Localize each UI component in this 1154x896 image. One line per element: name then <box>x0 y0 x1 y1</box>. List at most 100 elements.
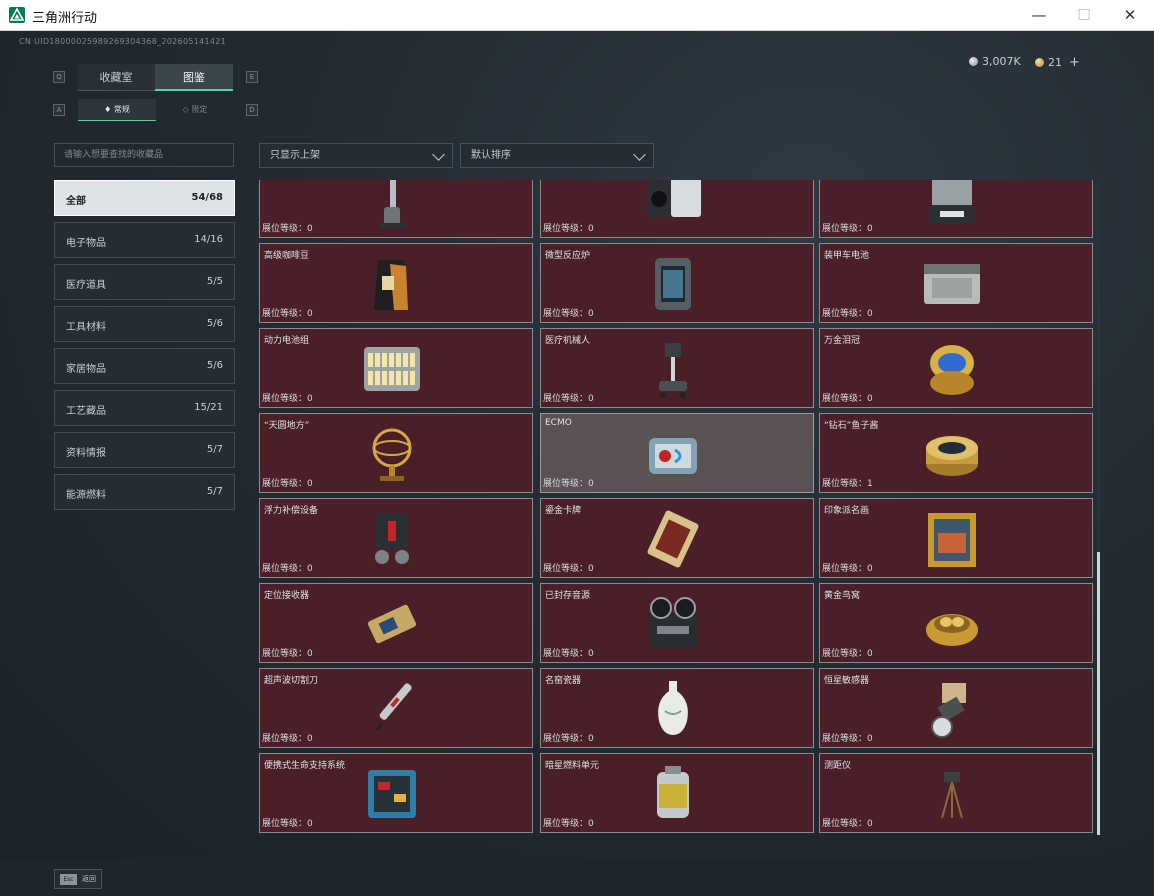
display-level: 展位等级：0 <box>543 646 594 659</box>
display-level-label: 展位等级： <box>822 309 868 319</box>
collectible-card[interactable]: 展位等级：0 <box>819 180 1093 238</box>
game-viewport: CN UID1800002598926930436​8_20260514142​… <box>0 31 1154 896</box>
display-level-label: 展位等级： <box>543 479 589 489</box>
collectible-card[interactable]: 名窑瓷器 展位等级：0 <box>540 668 814 748</box>
collectible-card[interactable]: 浮力补偿设备 展位等级：0 <box>259 498 533 578</box>
display-level: 展位等级：0 <box>543 561 594 574</box>
back-label: 返回 <box>82 875 96 883</box>
display-level: 展位等级：0 <box>822 561 873 574</box>
collectible-card[interactable]: 装甲车电池 展位等级：0 <box>819 243 1093 323</box>
add-currency-button[interactable]: + <box>1069 55 1080 70</box>
category-count: 54/68 <box>191 192 223 203</box>
close-button[interactable]: ✕ <box>1107 0 1153 31</box>
display-level: 展位等级：0 <box>262 221 313 234</box>
display-level-label: 展位等级： <box>262 479 308 489</box>
category-item[interactable]: 工具材料 5/6 <box>54 306 235 342</box>
subtab-limited[interactable]: ◇ 限定 <box>156 99 234 121</box>
category-item[interactable]: 家居物品 5/6 <box>54 348 235 384</box>
back-button[interactable]: Esc 返回 <box>54 869 102 889</box>
collectible-card[interactable]: ECMO 展位等级：0 <box>540 413 814 493</box>
scrollbar-thumb[interactable] <box>1097 552 1100 835</box>
collectible-name: 测距仪 <box>824 761 852 771</box>
collectible-card[interactable]: “天圆地方” 展位等级：0 <box>259 413 533 493</box>
category-item[interactable]: 电子物品 14/16 <box>54 222 235 258</box>
golden-nest-icon <box>926 614 978 646</box>
display-level: 展位等级：0 <box>822 731 873 744</box>
category-count: 5/6 <box>206 360 223 371</box>
caviar-tin-icon <box>926 436 978 476</box>
display-level-label: 展位等级： <box>262 309 308 319</box>
display-level-value: 0 <box>588 564 594 574</box>
collectible-card[interactable]: 便携式生命支持系统 展位等级：0 <box>259 753 533 833</box>
collectible-name: 动力电池组 <box>264 336 310 346</box>
display-level-label: 展位等级： <box>822 734 868 744</box>
display-level: 展位等级：0 <box>262 306 313 319</box>
collectible-card[interactable]: 高级咖啡豆 展位等级：0 <box>259 243 533 323</box>
collectible-card[interactable]: 鎏金卡牌展位等级：0 <box>540 498 814 578</box>
tab-label: 图鉴 <box>183 71 205 84</box>
rangefinder-icon <box>941 772 963 819</box>
display-level-label: 展位等级： <box>543 309 589 319</box>
display-level-label: 展位等级： <box>262 394 308 404</box>
tab-collection-room[interactable]: 收藏室 <box>77 64 155 91</box>
shelf-filter-dropdown[interactable]: 只显示上架 <box>259 143 453 168</box>
ultrasonic-cutter-icon <box>374 683 412 731</box>
category-item[interactable]: 资料情报 5/7 <box>54 432 235 468</box>
collectible-card[interactable]: 超声波切割刀 展位等级：0 <box>259 668 533 748</box>
category-label: 医疗道具 <box>66 280 106 291</box>
sort-dropdown[interactable]: 默认排序 <box>460 143 654 168</box>
category-count: 14/16 <box>194 234 223 245</box>
tab-label: 收藏室 <box>99 71 133 84</box>
collectible-card[interactable]: 印象派名画 展位等级：0 <box>819 498 1093 578</box>
category-item[interactable]: 医疗道具 5/5 <box>54 264 235 300</box>
display-level: 展位等级：0 <box>262 561 313 574</box>
regular-icon: ♦ <box>104 105 114 114</box>
display-level: 展位等级：0 <box>543 476 594 489</box>
collectible-card[interactable]: 暗星燃料单元 展位等级：0 <box>540 753 814 833</box>
collectible-card[interactable]: 黄金鸟窝 展位等级：0 <box>819 583 1093 663</box>
display-level-label: 展位等级： <box>543 819 589 829</box>
collectible-card[interactable]: 展位等级：0 <box>259 180 533 238</box>
life-support-icon <box>368 770 416 818</box>
gps-receiver-icon <box>367 604 417 644</box>
porcelain-vase-icon <box>658 681 688 735</box>
search-input[interactable]: 请输入想要查找的收藏品 <box>54 143 234 167</box>
collectible-name: 鎏金卡牌 <box>545 506 582 516</box>
category-item[interactable]: 工艺藏品 15/21 <box>54 390 235 426</box>
ecmo-machine-icon <box>649 438 697 474</box>
collectible-card[interactable]: 医疗机械人 展位等级：0 <box>540 328 814 408</box>
maximize-button[interactable]: ☐ <box>1061 0 1107 31</box>
display-level-label: 展位等级： <box>822 649 868 659</box>
display-level: 展位等级：0 <box>543 306 594 319</box>
display-level-value: 0 <box>588 649 594 659</box>
vehicle-battery-icon <box>924 264 980 304</box>
collectible-card[interactable]: 恒星敏感器 展位等级：0 <box>819 668 1093 748</box>
display-level: 展位等级：0 <box>822 391 873 404</box>
collectible-name: 暗星燃料单元 <box>545 761 600 771</box>
collectible-card[interactable]: “钻石”鱼子酱 展位等级：1 <box>819 413 1093 493</box>
subtab-next-key-hint: D <box>246 104 258 116</box>
armillary-sphere-icon <box>372 428 412 481</box>
collectible-card[interactable]: 微型反应炉 展位等级：0 <box>540 243 814 323</box>
collectible-card[interactable]: 动力电池组 展位等级：0 <box>259 328 533 408</box>
collectible-name: 定位接收器 <box>264 591 310 601</box>
subtab-regular[interactable]: ♦ 常规 <box>78 99 156 121</box>
collectible-card[interactable]: 万金泪冠展位等级：0 <box>819 328 1093 408</box>
category-item[interactable]: 能源燃料 5/7 <box>54 474 235 510</box>
collectible-card[interactable]: 定位接收器 展位等级：0 <box>259 583 533 663</box>
collectible-card[interactable]: 展位等级：0 <box>540 180 814 238</box>
collectible-card[interactable]: 测距仪 展位等级：0 <box>819 753 1093 833</box>
display-level: 展位等级：0 <box>543 221 594 234</box>
display-level: 展位等级：0 <box>822 306 873 319</box>
collectible-card[interactable]: 已封存音源展位等级：0 <box>540 583 814 663</box>
collectible-name: 已封存音源 <box>545 591 591 601</box>
category-item[interactable]: 全部 54/68 <box>54 180 235 216</box>
collectible-name: 万金泪冠 <box>824 336 861 346</box>
display-level-value: 0 <box>588 819 594 829</box>
display-level-value: 0 <box>588 309 594 319</box>
display-level-value: 0 <box>867 309 873 319</box>
vacuum-cleaner-icon <box>380 180 406 228</box>
tab-catalog[interactable]: 图鉴 <box>155 64 233 91</box>
minimize-button[interactable]: — <box>1016 0 1062 31</box>
tab-next-key-hint: E <box>246 71 258 83</box>
